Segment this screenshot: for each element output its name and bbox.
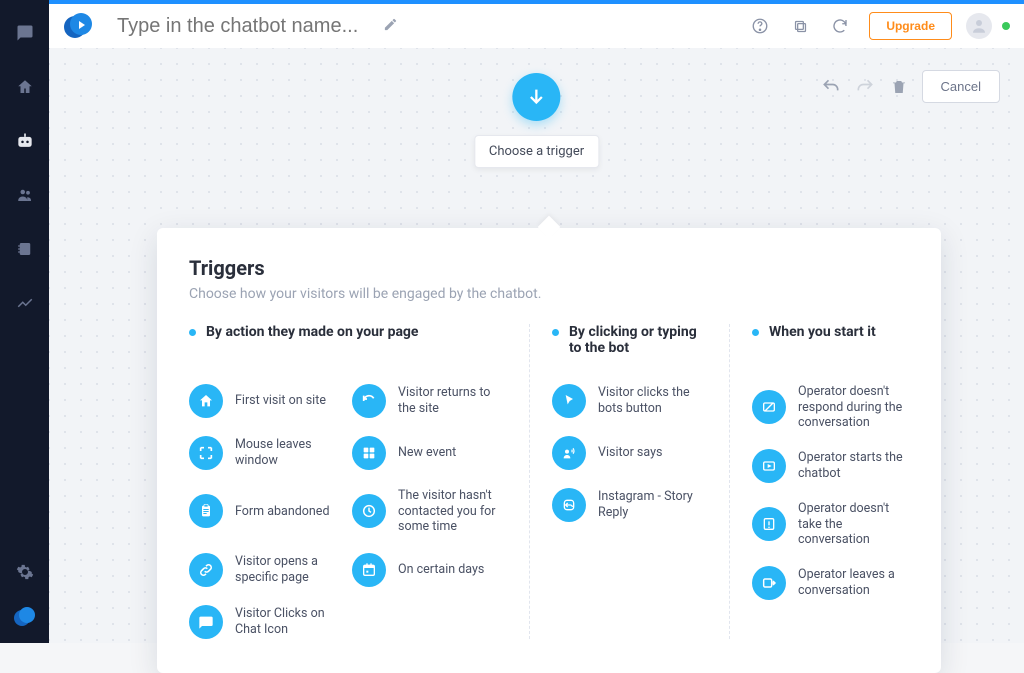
link-icon [189,553,223,587]
start-node: Choose a trigger [474,73,599,168]
sync-icon[interactable] [827,13,853,39]
brand-logo [63,10,95,42]
col-header-label: By action they made on your page [206,324,419,340]
nav-analytics-icon[interactable] [10,288,40,318]
calendar-icon [352,553,386,587]
refresh-icon [352,384,386,418]
col-header-label: When you start it [769,324,876,340]
redo-icon[interactable] [854,76,876,98]
topbar: Upgrade [49,0,1024,48]
chatbot-name-input[interactable] [117,15,377,38]
help-icon[interactable] [747,13,773,39]
play-window-icon [752,449,786,483]
brand-logo-small[interactable] [13,605,37,629]
start-label: Choose a trigger [474,135,599,168]
trigger-visitor-returns[interactable]: Visitor returns to the site [352,384,509,418]
clock-icon [352,494,386,528]
trigger-col-action: By action they made on your page First v… [189,324,529,639]
trigger-mouse-leaves[interactable]: Mouse leaves window [189,436,346,470]
trigger-col-operator: When you start it Operator doesn't respo… [729,324,929,639]
copy-icon[interactable] [787,13,813,39]
home-icon [189,384,223,418]
trigger-op-starts[interactable]: Operator starts the chatbot [752,449,909,483]
trigger-first-visit[interactable]: First visit on site [189,384,346,418]
trash-icon[interactable] [888,76,910,98]
speaker-icon [552,436,586,470]
cancel-button[interactable]: Cancel [922,70,1000,103]
status-dot [1002,22,1010,30]
nav-home-icon[interactable] [10,72,40,102]
undo-icon[interactable] [820,76,842,98]
nav-people-icon[interactable] [10,180,40,210]
reply-icon [552,488,586,522]
nav-bot-icon[interactable] [10,126,40,156]
edit-icon[interactable] [383,17,398,36]
no-response-icon [752,390,786,424]
nav-settings-icon[interactable] [10,557,40,587]
trigger-clicks-button[interactable]: Visitor clicks the bots button [552,384,709,418]
trigger-certain-days[interactable]: On certain days [352,553,509,587]
trigger-op-no-respond[interactable]: Operator doesn't respond during the conv… [752,384,909,431]
grid-icon [352,436,386,470]
trigger-form-abandoned[interactable]: Form abandoned [189,488,346,535]
trigger-new-event[interactable]: New event [352,436,509,470]
warning-icon [752,507,786,541]
trigger-instagram-reply[interactable]: Instagram - Story Reply [552,488,709,522]
chat-icon [189,605,223,639]
trigger-no-contact[interactable]: The visitor hasn't contacted you for som… [352,488,509,535]
expand-icon [189,436,223,470]
start-circle[interactable] [512,73,560,121]
trigger-op-leaves[interactable]: Operator leaves a conversation [752,566,909,600]
panel-subtitle: Choose how your visitors will be engaged… [189,286,909,302]
trigger-chat-icon-click[interactable]: Visitor Clicks on Chat Icon [189,605,346,639]
trigger-col-clicking: By clicking or typing to the bot Visitor… [529,324,729,639]
canvas-toolbar: Cancel [820,70,1000,103]
trigger-op-no-take[interactable]: Operator doesn't take the conversation [752,501,909,548]
upgrade-button[interactable]: Upgrade [869,12,952,40]
triggers-panel: Triggers Choose how your visitors will b… [157,228,941,673]
clipboard-icon [189,494,223,528]
trigger-specific-page[interactable]: Visitor opens a specific page [189,553,346,587]
panel-title: Triggers [189,256,909,280]
col-header-label: By clicking or typing to the bot [569,324,709,356]
avatar[interactable] [966,13,992,39]
canvas: Cancel Choose a trigger Triggers Choose … [49,48,1024,643]
cursor-icon [552,384,586,418]
trigger-visitor-says[interactable]: Visitor says [552,436,709,470]
leave-icon [752,566,786,600]
nav-contacts-icon[interactable] [10,234,40,264]
nav-chat-icon[interactable] [10,18,40,48]
sidebar [0,0,49,643]
